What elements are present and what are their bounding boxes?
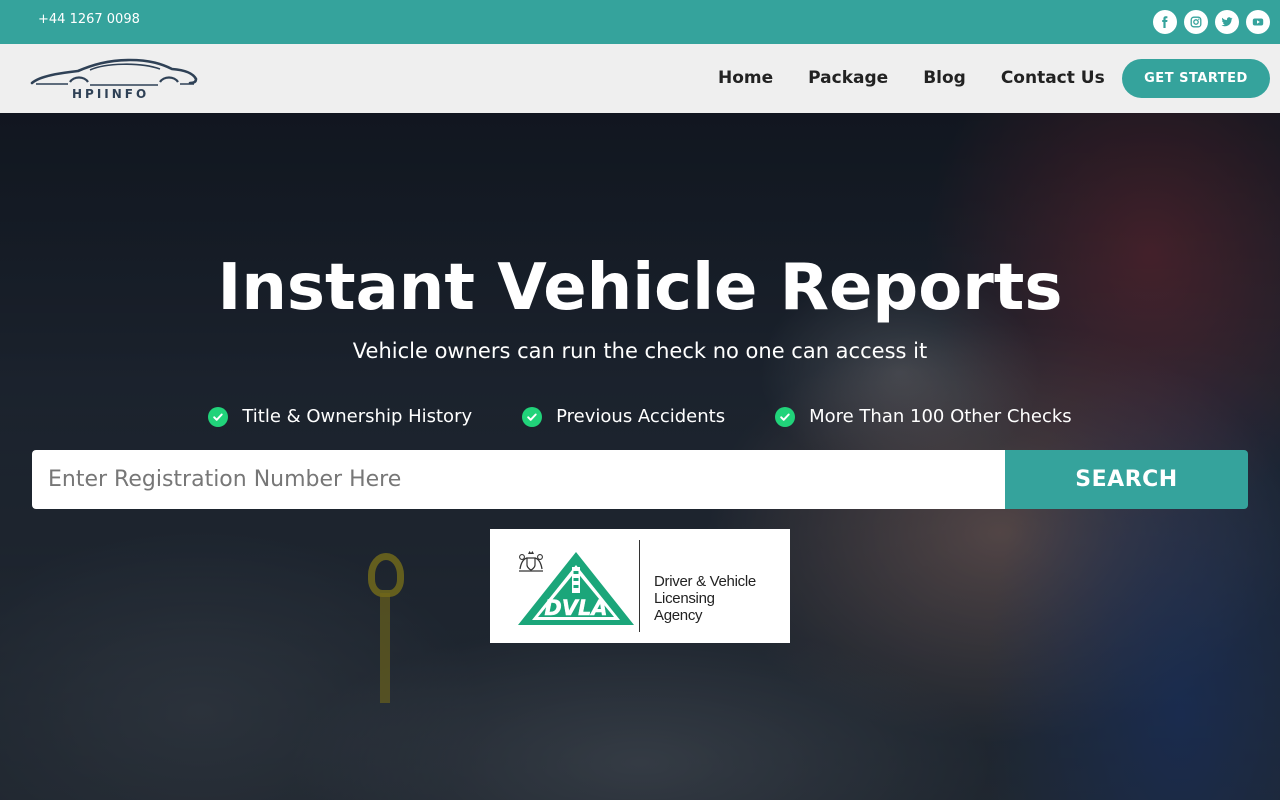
check-circle-icon bbox=[208, 406, 229, 427]
header: HPIINFO Home Package Blog Contact Us GET… bbox=[0, 44, 1280, 113]
hero-section: Instant Vehicle Reports Vehicle owners c… bbox=[0, 113, 1280, 800]
search-button[interactable]: SEARCH bbox=[1005, 450, 1248, 509]
nav-contact-us[interactable]: Contact Us bbox=[1001, 68, 1105, 88]
dvla-divider bbox=[639, 540, 640, 632]
nav-package[interactable]: Package bbox=[808, 68, 888, 88]
logo-text: HPIINFO bbox=[72, 87, 150, 101]
dvla-name-line: Driver & Vehicle bbox=[654, 573, 756, 590]
feature-label: More Than 100 Other Checks bbox=[809, 406, 1072, 427]
royal-crest-icon bbox=[519, 551, 543, 572]
feature-label: Title & Ownership History bbox=[242, 406, 473, 427]
facebook-icon[interactable] bbox=[1153, 10, 1177, 34]
twitter-icon[interactable] bbox=[1215, 10, 1239, 34]
dvla-name-line: Licensing bbox=[654, 590, 715, 607]
feature-label: Previous Accidents bbox=[556, 406, 726, 427]
car-logo-icon bbox=[30, 58, 198, 86]
get-started-button[interactable]: GET STARTED bbox=[1122, 59, 1270, 98]
feature-item: Previous Accidents bbox=[522, 406, 725, 427]
registration-input[interactable] bbox=[32, 450, 1005, 509]
dvla-badge: DVLA Driver & Vehicle Licensing Agency bbox=[490, 529, 790, 643]
top-bar: +44 1267 0098 bbox=[0, 0, 1280, 44]
registration-search-form: SEARCH bbox=[32, 450, 1248, 509]
youtube-icon[interactable] bbox=[1246, 10, 1270, 34]
feature-list: Title & Ownership History Previous Accid… bbox=[0, 406, 1280, 427]
feature-item: More Than 100 Other Checks bbox=[775, 406, 1072, 427]
social-links bbox=[1153, 10, 1270, 34]
dvla-abbr: DVLA bbox=[544, 596, 607, 620]
main-nav: Home Package Blog Contact Us bbox=[718, 68, 1105, 88]
instagram-icon[interactable] bbox=[1184, 10, 1208, 34]
check-circle-icon bbox=[775, 406, 796, 427]
feature-item: Title & Ownership History bbox=[208, 406, 472, 427]
nav-blog[interactable]: Blog bbox=[923, 68, 966, 88]
dvla-agency-name: Driver & Vehicle Licensing Agency bbox=[654, 573, 784, 624]
dvla-name-line: Agency bbox=[654, 607, 703, 624]
logo[interactable]: HPIINFO bbox=[30, 56, 198, 104]
hero-title: Instant Vehicle Reports bbox=[217, 251, 1063, 325]
check-circle-icon bbox=[522, 406, 543, 427]
nav-home[interactable]: Home bbox=[718, 68, 773, 88]
hero-subtitle: Vehicle owners can run the check no one … bbox=[352, 339, 928, 363]
phone-number[interactable]: +44 1267 0098 bbox=[38, 12, 140, 27]
